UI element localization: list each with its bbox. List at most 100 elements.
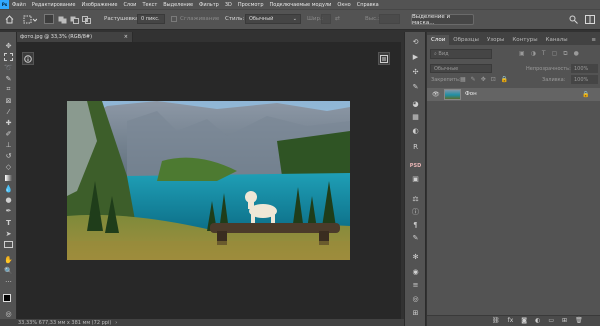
styles-panel-icon[interactable]: ⊞	[411, 308, 420, 317]
app-logo[interactable]: Ps	[0, 0, 9, 9]
blend-mode-select[interactable]: Обычные	[430, 64, 492, 73]
new-group-icon[interactable]: ▭	[548, 317, 554, 324]
quick-mask-icon[interactable]: ◎	[3, 309, 14, 318]
close-tab-icon[interactable]: ×	[124, 34, 128, 40]
layer-mask-icon[interactable]: ◙	[521, 317, 527, 324]
actions-panel-icon[interactable]: ▶	[411, 52, 420, 61]
delete-layer-icon[interactable]: 🗑	[575, 317, 583, 324]
select-mask-button[interactable]: Выделение и маска...	[411, 14, 474, 26]
fill-input[interactable]: 100%	[571, 75, 598, 84]
navigator-panel-icon[interactable]: ✻	[411, 252, 420, 261]
new-layer-icon[interactable]: ⊞	[562, 317, 567, 324]
zoom-tool-icon[interactable]: 🔍	[3, 266, 14, 275]
layer-row[interactable]: 👁 Фон 🔒	[427, 88, 600, 101]
adjust-panel-icon[interactable]: ✣	[411, 67, 420, 76]
menu-layers[interactable]: Слои	[120, 2, 139, 8]
info-panel-icon[interactable]: ⓘ	[411, 207, 420, 216]
workspace-icon[interactable]	[585, 15, 595, 26]
color-panel-icon[interactable]: ◕	[411, 99, 420, 108]
crop-tool-icon[interactable]: ⌗	[3, 85, 14, 94]
lock-position-icon[interactable]: ✥	[481, 76, 486, 83]
panel-menu-icon[interactable]: ≡	[587, 35, 600, 45]
character-panel-icon[interactable]: R	[411, 142, 420, 151]
opacity-input[interactable]: 100%	[571, 64, 598, 73]
antialias-checkbox[interactable]	[171, 16, 177, 22]
libraries-panel-icon[interactable]: PSD	[410, 161, 421, 170]
tab-layers[interactable]: Слои	[427, 35, 450, 45]
quick-select-tool-icon[interactable]: ✎	[3, 74, 14, 83]
pen-tool-icon[interactable]: ✒	[3, 206, 14, 215]
intersect-selection-icon[interactable]	[82, 16, 91, 26]
clone-stamp-tool-icon[interactable]: ⊥	[3, 140, 14, 149]
marquee-tool-icon[interactable]	[3, 52, 14, 61]
menu-type[interactable]: Текст	[139, 2, 160, 8]
width-input[interactable]	[321, 14, 331, 24]
more-tools-icon[interactable]: ···	[3, 277, 14, 286]
layer-comps-panel-icon[interactable]: ◎	[411, 294, 420, 303]
link-layers-icon[interactable]: ⛓	[492, 317, 500, 324]
lock-pixels-icon[interactable]: ✎	[471, 76, 476, 83]
lasso-tool-icon[interactable]: ➰	[3, 63, 14, 72]
style-select[interactable]: Обычный ⌄	[245, 14, 301, 24]
new-selection-icon[interactable]	[44, 14, 54, 24]
filter-shape-icon[interactable]: ▢	[552, 50, 558, 59]
properties-icon[interactable]	[378, 52, 390, 65]
eraser-tool-icon[interactable]: ◇	[3, 162, 14, 171]
layer-name[interactable]: Фон	[465, 91, 477, 97]
tab-swatches[interactable]: Образцы	[449, 35, 483, 45]
filter-type-icon[interactable]: T	[542, 50, 546, 59]
hand-tool-icon[interactable]: ✋	[3, 255, 14, 264]
document-tab[interactable]: фото.jpg @ 33,3% (RGB/8#) ×	[17, 32, 133, 42]
visibility-eye-icon[interactable]: 👁	[432, 91, 440, 98]
subtract-selection-icon[interactable]	[70, 16, 79, 26]
frame-tool-icon[interactable]: ⊠	[3, 96, 14, 105]
lock-transparency-icon[interactable]: ▦	[460, 76, 466, 83]
tab-channels[interactable]: Каналы	[542, 35, 572, 45]
paths-panel-icon[interactable]: ✎	[411, 233, 420, 242]
lock-artboard-icon[interactable]: ⊡	[491, 76, 496, 83]
lock-all-icon[interactable]: 🔒	[501, 76, 508, 83]
menu-filter[interactable]: Фильтр	[196, 2, 222, 8]
foreground-color-swatch[interactable]	[3, 294, 11, 302]
swatches-panel-icon[interactable]: ▦	[411, 112, 420, 121]
status-arrow-icon[interactable]: ›	[115, 320, 117, 326]
menu-window[interactable]: Окно	[334, 2, 353, 8]
menu-file[interactable]: Файл	[9, 2, 29, 8]
tab-patterns[interactable]: Узоры	[483, 35, 508, 45]
properties-panel-icon[interactable]: ⚖	[411, 194, 420, 203]
brush-settings-icon[interactable]: ✎	[411, 82, 420, 91]
document-image[interactable]	[67, 101, 350, 260]
glyphs-panel-icon[interactable]: ▣	[411, 174, 420, 183]
menu-help[interactable]: Справка	[354, 2, 382, 8]
feather-input[interactable]: 0 пикс.	[137, 14, 165, 24]
height-input[interactable]	[379, 14, 400, 24]
gradients-panel-icon[interactable]: ◐	[411, 126, 420, 135]
home-icon[interactable]	[5, 15, 14, 26]
filter-smart-icon[interactable]: ⧉	[563, 50, 567, 59]
blur-tool-icon[interactable]: 💧	[3, 184, 14, 193]
menu-plugins[interactable]: Подключаемые модули	[267, 2, 335, 8]
search-icon[interactable]	[569, 15, 578, 26]
brush-tool-icon[interactable]: ✐	[3, 129, 14, 138]
menu-edit[interactable]: Редактирование	[29, 2, 79, 8]
history-panel-icon[interactable]: ⟲	[411, 37, 420, 46]
move-tool-icon[interactable]: ✥	[3, 41, 14, 50]
swap-icon[interactable]: ⇄	[335, 15, 340, 22]
paragraph-panel-icon[interactable]: ¶	[411, 220, 420, 229]
menu-view[interactable]: Просмотр	[235, 2, 267, 8]
adjustment-layer-icon[interactable]: ◐	[535, 317, 540, 324]
filter-pixel-icon[interactable]: ▣	[519, 50, 525, 59]
type-tool-icon[interactable]: T	[3, 218, 14, 227]
eyedropper-tool-icon[interactable]: ⁄	[3, 107, 14, 116]
tab-paths[interactable]: Контуры	[508, 35, 541, 45]
gradient-tool-icon[interactable]	[3, 173, 14, 182]
rectangle-tool-icon[interactable]	[3, 240, 14, 249]
menu-image[interactable]: Изображение	[78, 2, 120, 8]
layer-filter-select[interactable]: ⌕ Вид	[430, 49, 492, 59]
path-selection-tool-icon[interactable]: ➤	[3, 229, 14, 238]
timeline-panel-icon[interactable]: ≡	[411, 280, 420, 289]
menu-3d[interactable]: 3D	[222, 2, 235, 8]
info-icon[interactable]	[22, 52, 34, 65]
marquee-preset-icon[interactable]	[23, 15, 38, 26]
filter-toggle-icon[interactable]: ●	[574, 50, 579, 59]
